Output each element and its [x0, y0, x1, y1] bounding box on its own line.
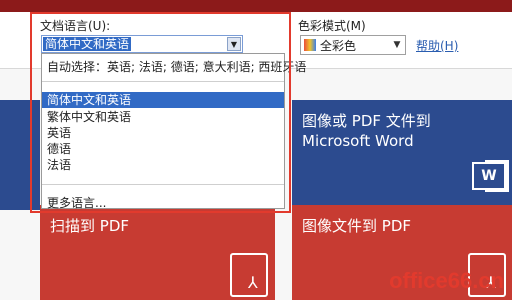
tile-scan-to-pdf-title: 扫描到 PDF: [50, 217, 129, 235]
tile-image-to-word-subtitle: Microsoft Word: [302, 132, 414, 150]
tile-scan-to-pdf[interactable]: 扫描到 PDF ⅄: [40, 205, 275, 300]
color-mode-value: 全彩色: [320, 39, 357, 53]
color-mode-label: 色彩模式(M): [298, 19, 366, 33]
watermark-text: office66.cn: [389, 268, 504, 293]
tile-image-to-word[interactable]: 图像或 PDF 文件到 Microsoft Word W: [292, 100, 512, 210]
top-bar: [0, 0, 512, 12]
word-icon: W: [472, 162, 506, 190]
color-swatch-icon: [304, 39, 316, 51]
chevron-down-icon[interactable]: ▼: [389, 36, 405, 54]
pdf-acrobat-icon: ⅄: [248, 273, 258, 292]
highlight-box: [30, 12, 291, 213]
tile-image-to-pdf-title: 图像文件到 PDF: [302, 217, 411, 235]
tile-image-to-word-title: 图像或 PDF 文件到: [302, 112, 431, 130]
pdf-icon: ⅄: [230, 253, 268, 297]
help-link[interactable]: 帮助(H): [416, 37, 458, 54]
color-mode-select[interactable]: 全彩色 ▼: [300, 35, 406, 55]
